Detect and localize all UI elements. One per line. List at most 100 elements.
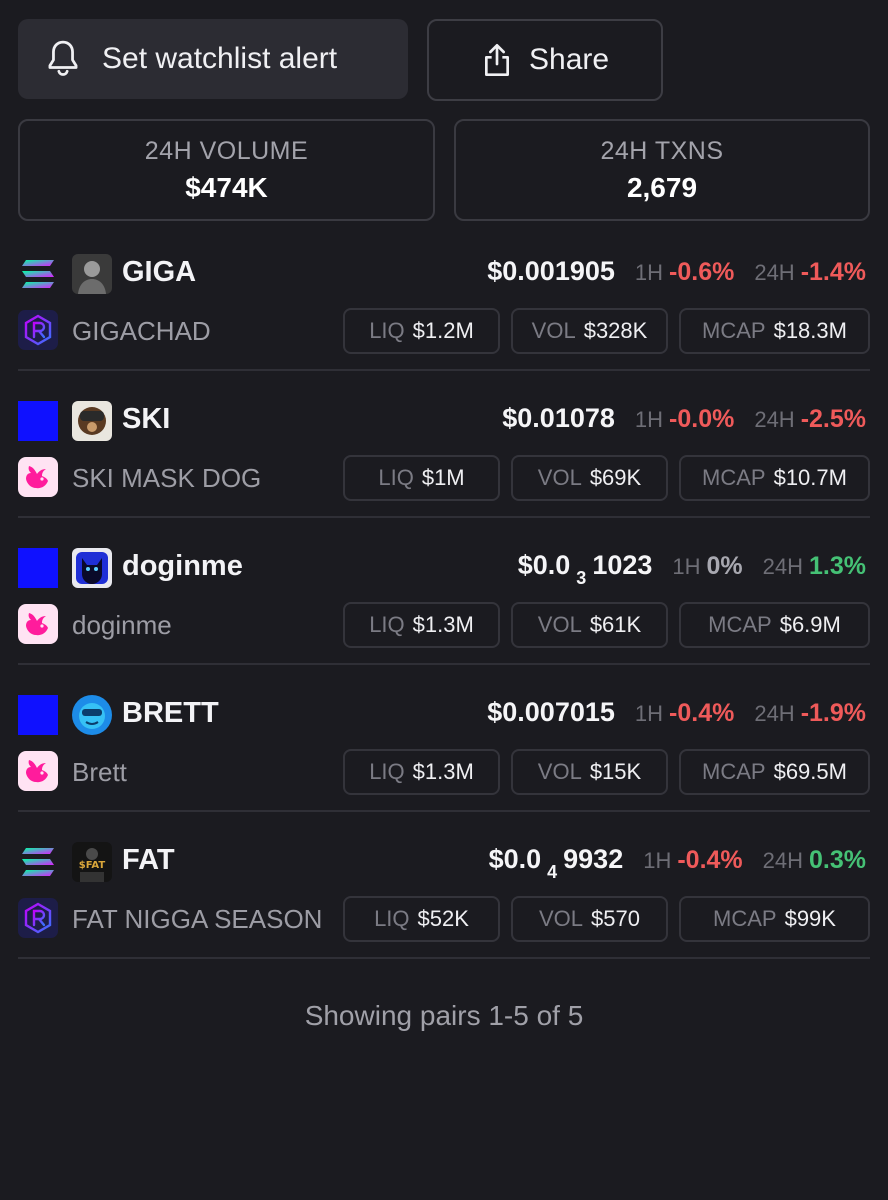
change-1h-label: 1H — [634, 260, 664, 285]
token-name: GIGACHAD — [72, 316, 211, 346]
token-price: $0.001905 — [487, 256, 615, 287]
pair-row-doginme[interactable]: doginme $0.0 3 1023 1H 0% 24H 1.3% doginme LIQ $1.… — [18, 518, 870, 665]
change-24h-label: 24H — [754, 701, 795, 726]
price-block: $0.01078 1H -0.0% 24H -2.5% — [502, 403, 866, 434]
volume-label: 24H VOLUME — [144, 136, 309, 165]
change-24h-value: -1.4% — [800, 258, 866, 286]
share-button[interactable]: Share — [427, 19, 663, 101]
mcap-label: MCAP — [702, 318, 766, 343]
change-24h-label: 24H — [754, 260, 795, 285]
pair-row-fat[interactable]: $FAT FAT $0.0 4 9932 1H -0.4% 24H 0.3% FAT NIGGA … — [18, 812, 870, 959]
liquidity-value: $1M — [421, 465, 465, 490]
price-main: $0.01078 — [502, 403, 615, 433]
mcap-chip: MCAP $99K — [679, 896, 870, 942]
base-icon — [18, 695, 58, 735]
change-24h-value: -2.5% — [800, 405, 866, 433]
liquidity-value: $52K — [417, 906, 469, 931]
mcap-chip: MCAP $6.9M — [679, 602, 870, 648]
liquidity-value: $1.3M — [412, 759, 474, 784]
token-avatar — [72, 548, 112, 588]
token-symbol: BRETT — [122, 697, 219, 729]
uniswap-icon — [18, 751, 58, 791]
change-1h-label: 1H — [634, 407, 664, 432]
liquidity-label: LIQ — [369, 759, 405, 784]
liquidity-label: LIQ — [374, 906, 410, 931]
pair-bottom-row: doginme LIQ $1.3M VOL $61K MCAP $6.9M — [18, 602, 870, 648]
pair-metrics: LIQ $1.2M VOL $328K MCAP $18.3M — [343, 308, 870, 354]
volume-chip: VOL $570 — [511, 896, 668, 942]
mcap-value: $99K — [784, 906, 836, 931]
price-main: $0.001905 — [487, 256, 615, 286]
volume-chip-value: $61K — [589, 612, 642, 637]
txns-label: 24H TXNS — [600, 136, 724, 165]
liquidity-label: LIQ — [369, 612, 405, 637]
mcap-value: $69.5M — [773, 759, 847, 784]
price-zero-count: 3 — [576, 568, 587, 588]
change-1h-value: -0.4% — [677, 846, 743, 874]
token-price: $0.0 3 1023 — [518, 550, 653, 589]
token-price: $0.01078 — [502, 403, 615, 434]
mcap-value: $18.3M — [773, 318, 847, 343]
solana-icon — [18, 842, 58, 882]
volume-chip: VOL $15K — [511, 749, 668, 795]
pagination-text: Showing pairs 1-5 of 5 — [304, 1000, 584, 1031]
pair-row-brett[interactable]: BRETT $0.007015 1H -0.4% 24H -1.9% Brett LIQ $1.… — [18, 665, 870, 812]
volume-chip-label: VOL — [537, 759, 582, 784]
pair-metrics: LIQ $52K VOL $570 MCAP $99K — [343, 896, 870, 942]
volume-chip-value: $69K — [589, 465, 642, 490]
pair-top-row: GIGA $0.001905 1H -0.6% 24H -1.4% — [18, 254, 870, 294]
pair-metrics: LIQ $1.3M VOL $61K MCAP $6.9M — [343, 602, 870, 648]
set-watchlist-alert-button[interactable]: Set watchlist alert — [18, 19, 408, 99]
change-1h-value: -0.6% — [669, 258, 735, 286]
volume-chip-value: $570 — [591, 906, 640, 931]
pair-bottom-row: FAT NIGGA SEASON LIQ $52K VOL $570 MCAP $99K — [18, 896, 870, 942]
liquidity-chip: LIQ $1.2M — [343, 308, 500, 354]
mcap-label: MCAP — [708, 612, 772, 637]
pair-metrics: LIQ $1.3M VOL $15K MCAP $69.5M — [343, 749, 870, 795]
pair-bottom-row: Brett LIQ $1.3M VOL $15K MCAP $69.5M — [18, 749, 870, 795]
liquidity-value: $1.3M — [412, 612, 474, 637]
change-24h-label: 24H — [762, 554, 804, 579]
token-avatar — [72, 254, 112, 294]
price-block: $0.0 3 1023 1H 0% 24H 1.3% — [518, 550, 866, 589]
liquidity-label: LIQ — [378, 465, 414, 490]
token-price: $0.0 4 9932 — [489, 844, 624, 883]
liquidity-chip: LIQ $1.3M — [343, 602, 500, 648]
share-label: Share — [529, 43, 610, 76]
pair-metrics: LIQ $1M VOL $69K MCAP $10.7M — [343, 455, 870, 501]
base-icon — [18, 548, 58, 588]
pair-top-row: doginme $0.0 3 1023 1H 0% 24H 1.3% — [18, 548, 870, 588]
set-watchlist-alert-label: Set watchlist alert — [102, 42, 338, 75]
change-1h-label: 1H — [672, 554, 701, 579]
volume-stat: 24H VOLUME $474K — [18, 119, 435, 221]
change-1h-value: -0.4% — [669, 699, 735, 727]
pair-top-row: SKI $0.01078 1H -0.0% 24H -2.5% — [18, 401, 870, 441]
liquidity-chip: LIQ $1M — [343, 455, 500, 501]
change-24h-label: 24H — [762, 848, 804, 873]
price-zero-count: 4 — [547, 862, 558, 882]
uniswap-icon — [18, 457, 58, 497]
liquidity-chip: LIQ $1.3M — [343, 749, 500, 795]
volume-chip: VOL $69K — [511, 455, 668, 501]
liquidity-chip: LIQ $52K — [343, 896, 500, 942]
price-block: $0.001905 1H -0.6% 24H -1.4% — [487, 256, 866, 287]
raydium-icon — [18, 310, 58, 350]
volume-chip-value: $15K — [589, 759, 642, 784]
svg-text:$FAT: $FAT — [79, 860, 106, 871]
liquidity-label: LIQ — [369, 318, 405, 343]
change-24h-label: 24H — [754, 407, 795, 432]
pair-bottom-row: GIGACHAD LIQ $1.2M VOL $328K MCAP $18.3M — [18, 308, 870, 354]
pair-row-giga[interactable]: GIGA $0.001905 1H -0.6% 24H -1.4% GIGACHAD LIQ $… — [18, 224, 870, 371]
token-symbol: doginme — [122, 550, 243, 582]
price-tail: 9932 — [563, 844, 624, 874]
mcap-label: MCAP — [702, 759, 766, 784]
uniswap-icon — [18, 604, 58, 644]
change-1h-value: -0.0% — [669, 405, 735, 433]
pair-top-row: $FAT FAT $0.0 4 9932 1H -0.4% 24H 0.3% — [18, 842, 870, 882]
change-24h-value: 0.3% — [809, 846, 866, 874]
token-name: doginme — [72, 610, 172, 640]
token-name: FAT NIGGA SEASON — [72, 904, 323, 934]
volume-chip-label: VOL — [531, 318, 576, 343]
pair-row-ski[interactable]: SKI $0.01078 1H -0.0% 24H -2.5% SKI MASK DOG LI… — [18, 371, 870, 518]
mcap-chip: MCAP $10.7M — [679, 455, 870, 501]
